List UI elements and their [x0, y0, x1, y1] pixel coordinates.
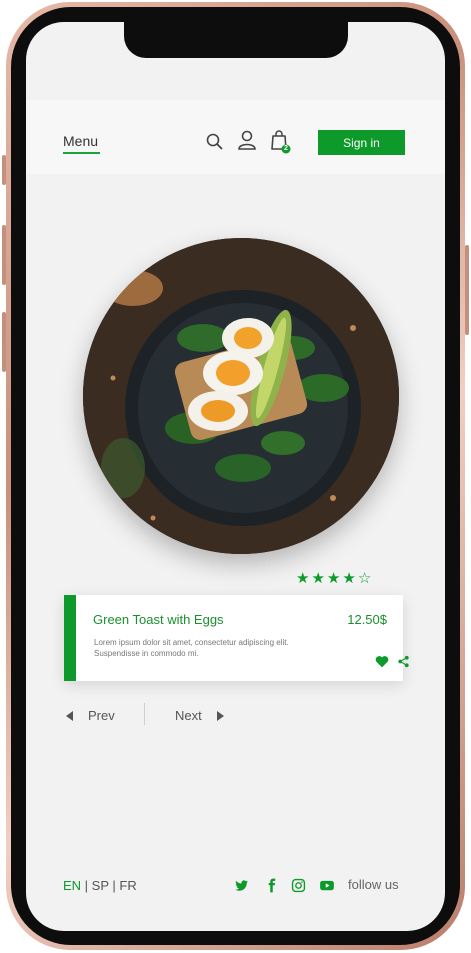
product-title: Green Toast with Eggs [93, 612, 224, 627]
search-icon[interactable] [205, 131, 225, 153]
follow-us-label: follow us [348, 877, 399, 892]
product-image [83, 238, 399, 554]
share-icon[interactable] [397, 655, 410, 668]
lang-separator: | [81, 878, 92, 893]
phone-power-button [465, 245, 469, 335]
phone-volume-down [2, 312, 6, 372]
menu-link[interactable]: Menu [63, 133, 98, 149]
caret-right-icon [216, 710, 224, 721]
pager-divider [144, 703, 145, 725]
rating-stars: ★ ★ ★ ★ ☆ [296, 571, 371, 586]
lang-separator: | [108, 878, 120, 893]
product-description: Lorem ipsum dolor sit amet, consectetur … [94, 638, 289, 658]
twitter-icon[interactable] [234, 878, 249, 893]
youtube-icon[interactable] [319, 878, 335, 893]
heart-icon[interactable] [375, 655, 389, 668]
star-filled-icon[interactable]: ★ [311, 571, 324, 586]
facebook-icon[interactable] [264, 878, 279, 893]
phone-volume-up [2, 225, 6, 285]
card-accent-bar [64, 595, 76, 681]
caret-left-icon [66, 710, 73, 721]
star-filled-icon[interactable]: ★ [342, 571, 355, 586]
next-button[interactable]: Next [175, 708, 224, 723]
product-price: 12.50$ [347, 612, 387, 627]
next-label: Next [175, 708, 202, 723]
lang-sp[interactable]: SP [92, 878, 109, 893]
menu-underline [63, 152, 100, 154]
language-switcher: EN | SP | FR [63, 878, 137, 893]
cart-count-badge: 2 [284, 145, 288, 152]
app-screen: Menu 2 Sign in ★ ★ ★ ★ ☆ Green Toast wit… [26, 22, 445, 931]
prev-label: Prev [88, 708, 115, 723]
phone-notch [124, 22, 348, 58]
star-filled-icon[interactable]: ★ [327, 571, 340, 586]
product-card: Green Toast with Eggs 12.50$ Lorem ipsum… [64, 595, 409, 681]
star-filled-icon[interactable]: ★ [296, 571, 309, 586]
user-icon[interactable] [237, 129, 257, 151]
star-empty-icon[interactable]: ☆ [358, 571, 371, 586]
instagram-icon[interactable] [291, 878, 306, 893]
lang-en[interactable]: EN [63, 878, 81, 893]
lang-fr[interactable]: FR [119, 878, 136, 893]
green-toast-photo [83, 238, 399, 554]
phone-side-button [2, 155, 6, 185]
prev-button[interactable]: Prev [66, 708, 115, 723]
sign-in-button[interactable]: Sign in [318, 130, 405, 155]
